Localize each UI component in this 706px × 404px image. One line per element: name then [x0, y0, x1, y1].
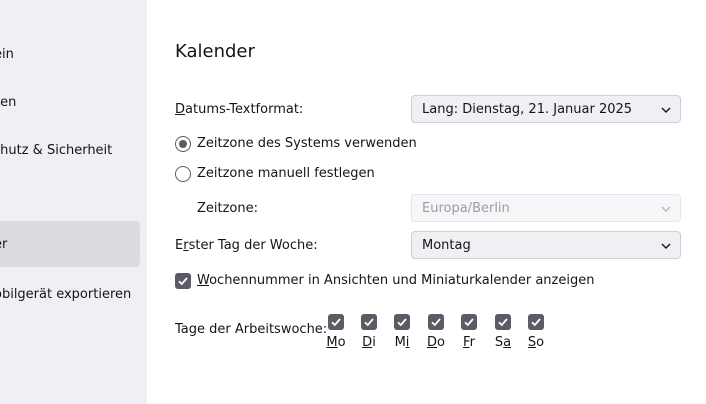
first-day-value: Montag	[422, 237, 471, 253]
main-content: Kalender Datums-Textformat: Lang: Dienst…	[147, 0, 706, 404]
day-label: So	[527, 335, 545, 350]
chevron-down-icon	[661, 206, 671, 212]
workweek-day-so[interactable]: So	[521, 314, 551, 350]
day-checkbox[interactable]	[428, 314, 444, 330]
day-label: Mi	[394, 335, 410, 350]
workweek-day-mi[interactable]: Mi	[387, 314, 417, 350]
checkmark-icon	[498, 318, 508, 327]
workweek-day-sa[interactable]: Sa	[488, 314, 518, 350]
chevron-down-icon	[661, 107, 671, 113]
workweek-day-mo[interactable]: Mo	[321, 314, 351, 350]
day-label: Sa	[494, 335, 512, 350]
first-day-label: Erster Tag der Woche:	[175, 238, 318, 253]
checkmark-icon	[431, 318, 441, 327]
day-checkbox[interactable]	[361, 314, 377, 330]
day-checkbox[interactable]	[461, 314, 477, 330]
timezone-select: Europa/Berlin	[411, 194, 681, 222]
day-label: Fr	[463, 335, 475, 350]
week-number-checkbox[interactable]	[175, 273, 191, 289]
sidebar-item-general[interactable]: ein	[0, 31, 140, 77]
sidebar-item-export-mobile[interactable]: obilgerät exportieren	[0, 271, 140, 317]
day-label: Di	[362, 335, 376, 350]
timezone-system-label: Zeitzone des Systems verwenden	[197, 136, 417, 151]
workweek-label: Tage der Arbeitswoche:	[175, 322, 328, 337]
checkmark-icon	[464, 318, 474, 327]
date-format-select[interactable]: Lang: Dienstag, 21. Januar 2025	[411, 95, 681, 123]
sidebar: ein ken chutz & Sicherheit er obilgerät …	[0, 0, 147, 404]
workweek-day-do[interactable]: Do	[421, 314, 451, 350]
sidebar-item-label: ein	[0, 46, 14, 62]
day-label: Mo	[326, 335, 346, 350]
date-format-value: Lang: Dienstag, 21. Januar 2025	[422, 101, 633, 117]
sidebar-item-label: ken	[0, 94, 17, 110]
checkmark-icon	[531, 318, 541, 327]
day-checkbox[interactable]	[394, 314, 410, 330]
workweek-day-di[interactable]: Di	[354, 314, 384, 350]
workweek-day-fr[interactable]: Fr	[454, 314, 484, 350]
timezone-system-radio[interactable]	[175, 136, 191, 152]
chevron-down-icon	[661, 243, 671, 249]
day-checkbox[interactable]	[328, 314, 344, 330]
checkmark-icon	[397, 318, 407, 327]
timezone-value: Europa/Berlin	[422, 200, 510, 216]
timezone-field-label: Zeitzone:	[197, 201, 259, 216]
first-day-select[interactable]: Montag	[411, 231, 681, 259]
checkmark-icon	[178, 277, 188, 286]
day-checkbox[interactable]	[528, 314, 544, 330]
week-number-label: Wochennummer in Ansichten und Miniaturka…	[197, 273, 595, 288]
sidebar-item-calendar[interactable]: er	[0, 221, 140, 267]
page-title: Kalender	[175, 41, 255, 62]
sidebar-item-privacy-security[interactable]: chutz & Sicherheit	[0, 127, 140, 173]
sidebar-item-label: chutz & Sicherheit	[0, 142, 113, 158]
checkmark-icon	[364, 318, 374, 327]
timezone-manual-label: Zeitzone manuell festlegen	[197, 166, 375, 181]
day-label: Do	[427, 335, 445, 350]
date-format-label: Datums-Textformat:	[175, 102, 304, 117]
day-checkbox[interactable]	[495, 314, 511, 330]
checkmark-icon	[331, 318, 341, 327]
sidebar-item-label: er	[0, 236, 8, 252]
sidebar-item-sync[interactable]: ken	[0, 79, 140, 125]
sidebar-item-label: obilgerät exportieren	[0, 286, 132, 302]
timezone-manual-radio[interactable]	[175, 166, 191, 182]
